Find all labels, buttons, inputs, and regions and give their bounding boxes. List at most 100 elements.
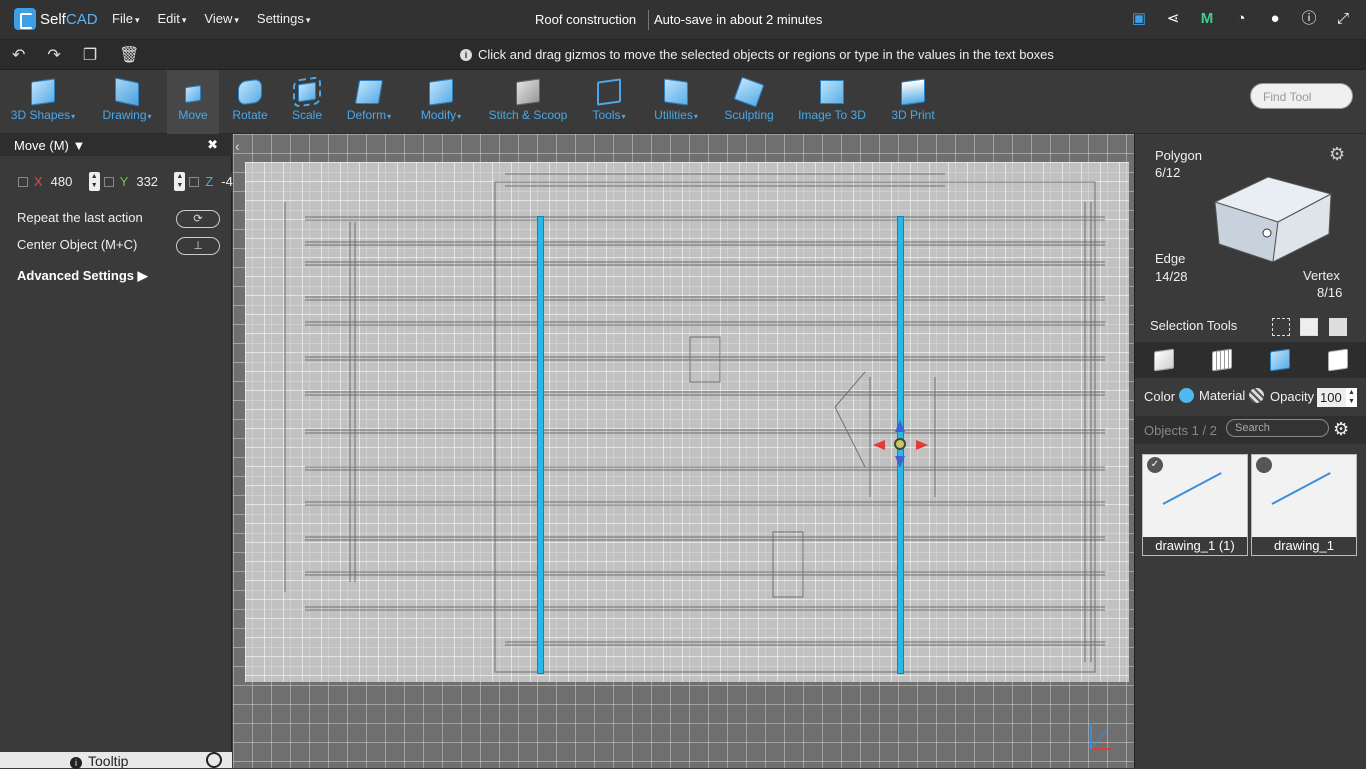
tool-label: 3D Print bbox=[891, 108, 935, 122]
menu-edit[interactable]: Edit bbox=[157, 11, 186, 26]
selected-beam-left[interactable] bbox=[537, 216, 544, 674]
top-icons: ▣ ⋖ M ◔ ● ⓘ ⤢ bbox=[1130, 10, 1352, 28]
tool-label: Stitch & Scoop bbox=[488, 108, 568, 122]
box-select-icon[interactable] bbox=[1272, 318, 1290, 336]
repeat-label: Repeat the last action bbox=[17, 210, 143, 225]
z-lock-checkbox[interactable] bbox=[189, 176, 200, 187]
find-tool-input[interactable]: Find Tool bbox=[1250, 83, 1353, 109]
stitch-scoop-icon bbox=[513, 76, 543, 106]
tool-label: Modify bbox=[410, 108, 472, 122]
object-card[interactable]: drawing_1 bbox=[1251, 454, 1357, 556]
bell-icon[interactable]: ◔ bbox=[1232, 10, 1250, 28]
selfcad-logo[interactable]: SelfCAD bbox=[14, 8, 98, 30]
blueprint-image[interactable] bbox=[245, 162, 1129, 682]
x-input[interactable]: 480 bbox=[46, 172, 85, 191]
top-bar: SelfCAD File Edit View Settings Roof con… bbox=[0, 0, 1366, 40]
tool-drawing[interactable]: Drawing bbox=[92, 70, 162, 134]
gizmo-y-up-handle[interactable] bbox=[895, 420, 905, 432]
hint-info-icon: i bbox=[460, 49, 472, 61]
move-panel-title[interactable]: Move (M) ▼ bbox=[14, 138, 85, 153]
tooltip-toggle-icon[interactable] bbox=[206, 752, 222, 768]
objects-bar: Objects 1 / 2 Search ⚙ bbox=[1135, 416, 1366, 444]
tooltip-bar[interactable]: i Tooltip bbox=[0, 752, 232, 769]
copy-icon[interactable]: ❐ bbox=[83, 45, 97, 65]
vertex-label[interactable]: Vertex bbox=[1303, 268, 1340, 283]
close-icon[interactable]: ✖ bbox=[207, 137, 218, 153]
m-icon[interactable]: M bbox=[1198, 10, 1216, 28]
info-icon[interactable]: ⓘ bbox=[1300, 10, 1318, 28]
user-icon[interactable]: ● bbox=[1266, 10, 1284, 28]
history-controls: ↶ ↷ ❐ 🗑 bbox=[12, 45, 139, 65]
gizmo-x-right-handle[interactable] bbox=[916, 440, 928, 450]
tool-rotate[interactable]: Rotate bbox=[224, 70, 276, 134]
x-stepper[interactable]: ▲ ▼ bbox=[88, 172, 100, 191]
color-swatch[interactable] bbox=[1179, 388, 1194, 403]
opacity-label: Opacity bbox=[1270, 389, 1315, 404]
transparent-mode-tab[interactable] bbox=[1327, 348, 1349, 372]
x-lock-checkbox[interactable] bbox=[18, 176, 28, 187]
polygon-label[interactable]: Polygon bbox=[1155, 148, 1202, 163]
gear-icon[interactable]: ⚙ bbox=[1329, 144, 1345, 165]
menu-view[interactable]: View bbox=[204, 11, 238, 26]
check-icon[interactable]: ✓ bbox=[1147, 457, 1163, 473]
gizmo-x-left-handle[interactable] bbox=[873, 440, 885, 450]
objects-settings-icon[interactable]: ⚙ bbox=[1333, 419, 1349, 440]
object-name: drawing_1 (1) bbox=[1143, 537, 1247, 555]
wireframe-mode-tab[interactable] bbox=[1211, 348, 1233, 372]
object-card[interactable]: ✓ drawing_1 (1) bbox=[1142, 454, 1248, 556]
selection-mode-cube-icon[interactable] bbox=[1213, 172, 1333, 262]
delete-icon[interactable]: 🗑 bbox=[119, 45, 139, 65]
material-swatch[interactable] bbox=[1249, 388, 1264, 403]
edge-label[interactable]: Edge bbox=[1155, 251, 1185, 266]
undo-icon[interactable]: ↶ bbox=[12, 45, 25, 65]
unchecked-icon[interactable] bbox=[1256, 457, 1272, 473]
save-icon[interactable]: ▣ bbox=[1130, 10, 1148, 28]
move-gizmo-center[interactable] bbox=[894, 438, 906, 450]
tool-utilities[interactable]: Utilities bbox=[646, 70, 706, 134]
tool-image-to-3d[interactable]: Image To 3D bbox=[793, 70, 871, 134]
object-mode-tab[interactable] bbox=[1153, 348, 1175, 372]
y-input[interactable]: 332 bbox=[132, 172, 171, 191]
tool-modify[interactable]: Modify bbox=[410, 70, 472, 134]
color-label: Color bbox=[1144, 389, 1176, 404]
selection-tools-label: Selection Tools bbox=[1150, 318, 1238, 333]
document-title[interactable]: Roof construction bbox=[535, 12, 636, 27]
object-search-input[interactable]: Search bbox=[1226, 419, 1329, 437]
tooltip-title: i Tooltip bbox=[70, 753, 128, 769]
tool-label: Deform bbox=[337, 108, 401, 122]
opacity-stepper[interactable]: ▲ ▼ bbox=[1346, 388, 1357, 407]
tool-scale[interactable]: Scale bbox=[282, 70, 332, 134]
tools-icon bbox=[594, 76, 624, 106]
repeat-button[interactable]: ⟳ bbox=[176, 210, 220, 228]
tool-tools[interactable]: Tools bbox=[586, 70, 632, 134]
select-visible-icon[interactable] bbox=[1329, 318, 1347, 336]
fullscreen-icon[interactable]: ⤢ bbox=[1334, 10, 1352, 28]
3d-viewport[interactable]: ‹ bbox=[233, 134, 1134, 768]
opacity-input[interactable]: 100 bbox=[1317, 388, 1349, 407]
center-object-button[interactable]: ⊥ bbox=[176, 237, 220, 255]
tool-move[interactable]: Move bbox=[167, 70, 219, 134]
tool-stitch-scoop[interactable]: Stitch & Scoop bbox=[484, 70, 572, 134]
menu-settings[interactable]: Settings bbox=[257, 11, 311, 26]
redo-icon[interactable]: ↷ bbox=[47, 45, 60, 65]
collapse-panel-icon[interactable]: ‹ bbox=[235, 138, 240, 154]
tool-label: Scale bbox=[291, 108, 323, 122]
select-through-icon[interactable] bbox=[1300, 318, 1318, 336]
tool-label: Utilities bbox=[646, 108, 706, 122]
tool-label: Sculpting bbox=[724, 108, 774, 122]
vertex-count: 8/16 bbox=[1317, 285, 1343, 300]
blueprint-drawing bbox=[284, 173, 1105, 673]
solid-mode-tab[interactable] bbox=[1269, 348, 1291, 372]
tool-sculpting[interactable]: Sculpting bbox=[719, 70, 779, 134]
y-lock-checkbox[interactable] bbox=[103, 176, 114, 187]
expand-icon: ▶ bbox=[137, 268, 148, 283]
share-icon[interactable]: ⋖ bbox=[1164, 10, 1182, 28]
tool-3d-print[interactable]: 3D Print bbox=[884, 70, 942, 134]
menu-file[interactable]: File bbox=[112, 11, 139, 26]
gizmo-y-down-handle[interactable] bbox=[895, 456, 905, 468]
tool-deform[interactable]: Deform bbox=[337, 70, 401, 134]
tool-3d-shapes[interactable]: 3D Shapes bbox=[6, 70, 80, 134]
y-stepper[interactable]: ▲ ▼ bbox=[174, 172, 186, 191]
advanced-settings-toggle[interactable]: Advanced Settings ▶ bbox=[17, 268, 148, 284]
scale-icon bbox=[292, 76, 322, 108]
